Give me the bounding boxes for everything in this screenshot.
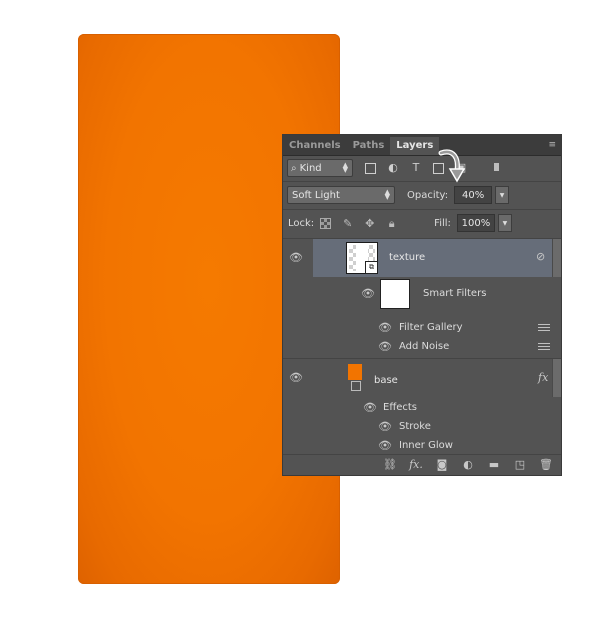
lock-image-pixels-icon[interactable]: ✎ bbox=[342, 218, 353, 229]
effect-name: Inner Glow bbox=[399, 440, 453, 451]
lock-transparent-pixels-icon[interactable] bbox=[320, 217, 332, 229]
blend-mode-select[interactable]: Soft Light ▲ ▼ bbox=[287, 186, 395, 204]
fill-label: Fill: bbox=[434, 217, 451, 229]
layers-panel: Channels Paths Layers ≡ ⌕ Kind ▲ ▼ ◐ T ▣ … bbox=[282, 134, 562, 476]
pixel-layer-filter-icon[interactable] bbox=[365, 162, 376, 174]
filter-name: Filter Gallery bbox=[399, 322, 463, 333]
effect-item-row[interactable]: 👁︎ Stroke bbox=[283, 418, 561, 436]
scrollbar[interactable] bbox=[552, 359, 561, 397]
eye-icon[interactable]: 👁︎ bbox=[289, 372, 303, 383]
effects-row[interactable]: 👁︎ Effects bbox=[283, 399, 561, 417]
type-layer-filter-icon[interactable]: T bbox=[410, 162, 422, 174]
lock-position-icon[interactable]: ✥ bbox=[364, 218, 375, 229]
filter-item-row[interactable]: 👁︎ Add Noise bbox=[283, 338, 561, 356]
select-arrows-icon: ▲ ▼ bbox=[384, 188, 390, 201]
tab-paths[interactable]: Paths bbox=[347, 137, 391, 155]
layer-thumbnail bbox=[348, 364, 362, 380]
layer-name-texture[interactable]: texture bbox=[389, 252, 425, 263]
opacity-dropdown-button[interactable]: ▼ bbox=[495, 186, 510, 204]
smart-filter-indicator-icon[interactable]: ⊘ bbox=[536, 250, 545, 263]
effect-name: Stroke bbox=[399, 421, 431, 432]
panel-menu-icon[interactable]: ≡ bbox=[548, 140, 555, 150]
search-icon: ⌕ bbox=[291, 162, 297, 174]
filter-name: Add Noise bbox=[399, 341, 450, 352]
eye-icon[interactable]: 👁︎ bbox=[363, 402, 377, 413]
panel-tabs: Channels Paths Layers ≡ bbox=[283, 135, 561, 156]
layer-name-base[interactable]: base bbox=[374, 375, 398, 386]
lock-row: Lock: ✎ ✥ 🔒︎ Fill: 100% ▼ bbox=[283, 210, 561, 236]
effects-label: Effects bbox=[383, 402, 417, 413]
new-group-icon[interactable]: ▬ bbox=[487, 459, 501, 471]
effect-item-row[interactable]: 👁︎ Inner Glow bbox=[283, 437, 561, 455]
opacity-input[interactable]: 40% bbox=[454, 186, 493, 204]
eye-icon[interactable]: 👁︎ bbox=[289, 252, 303, 263]
fill-input[interactable]: 100% bbox=[456, 214, 495, 232]
lock-all-icon[interactable]: 🔒︎ bbox=[386, 218, 397, 229]
filter-toggle-icon[interactable] bbox=[494, 163, 499, 171]
link-layers-icon[interactable]: ⛓︎ bbox=[383, 459, 397, 471]
layer-link-icon bbox=[351, 381, 361, 391]
smart-filter-mask-thumbnail bbox=[380, 279, 410, 309]
layers-list: 👁︎ ⧉ texture ⊘ 👁︎ Smart Filters 👁︎ Filte… bbox=[283, 239, 561, 455]
adjustment-layer-filter-icon[interactable]: ◐ bbox=[387, 162, 399, 174]
smart-object-badge-icon: ⧉ bbox=[365, 261, 378, 274]
add-layer-style-icon[interactable]: fx. bbox=[409, 459, 423, 471]
panel-bottom-toolbar: ⛓︎ fx. ◙ ◐ ▬ ◳ 🗑︎ bbox=[283, 454, 561, 475]
filter-blending-options-icon[interactable] bbox=[538, 341, 550, 351]
new-layer-icon[interactable]: ◳ bbox=[513, 459, 527, 471]
filter-blending-options-icon[interactable] bbox=[538, 322, 550, 332]
lock-label: Lock: bbox=[288, 217, 315, 229]
eye-icon[interactable]: 👁︎ bbox=[378, 322, 392, 333]
smart-filters-row[interactable]: 👁︎ Smart Filters bbox=[283, 279, 561, 309]
smart-filters-label: Smart Filters bbox=[423, 288, 487, 299]
fill-dropdown-button[interactable]: ▼ bbox=[497, 214, 512, 232]
layer-thumbnail: ⧉ bbox=[346, 242, 378, 274]
filter-kind-select[interactable]: ⌕ Kind ▲ ▼ bbox=[287, 159, 353, 177]
eye-icon[interactable]: 👁︎ bbox=[378, 440, 392, 451]
layer-row-texture[interactable]: 👁︎ ⧉ texture ⊘ bbox=[283, 239, 561, 277]
blend-row: Soft Light ▲ ▼ Opacity: 40% ▼ bbox=[283, 182, 561, 208]
filter-kind-label: Kind bbox=[299, 162, 322, 174]
add-mask-icon[interactable]: ◙ bbox=[435, 459, 449, 471]
blend-mode-value: Soft Light bbox=[292, 189, 340, 201]
tab-channels[interactable]: Channels bbox=[283, 137, 347, 155]
layer-row-base[interactable]: 👁︎ base fx bbox=[283, 359, 561, 397]
filter-item-row[interactable]: 👁︎ Filter Gallery bbox=[283, 319, 561, 337]
layer-filter-row: ⌕ Kind ▲ ▼ ◐ T ▣ bbox=[283, 155, 561, 181]
scrollbar[interactable] bbox=[552, 239, 561, 277]
layer-effects-indicator-icon[interactable]: fx bbox=[538, 371, 548, 384]
delete-layer-icon[interactable]: 🗑︎ bbox=[539, 459, 553, 471]
eye-icon[interactable]: 👁︎ bbox=[361, 288, 375, 299]
eye-icon[interactable]: 👁︎ bbox=[378, 341, 392, 352]
annotation-arrow-icon bbox=[438, 149, 466, 183]
opacity-label: Opacity: bbox=[407, 189, 449, 201]
new-adjustment-layer-icon[interactable]: ◐ bbox=[461, 459, 475, 471]
tab-layers[interactable]: Layers bbox=[390, 137, 440, 155]
eye-icon[interactable]: 👁︎ bbox=[378, 421, 392, 432]
select-arrows-icon: ▲ ▼ bbox=[342, 161, 348, 174]
